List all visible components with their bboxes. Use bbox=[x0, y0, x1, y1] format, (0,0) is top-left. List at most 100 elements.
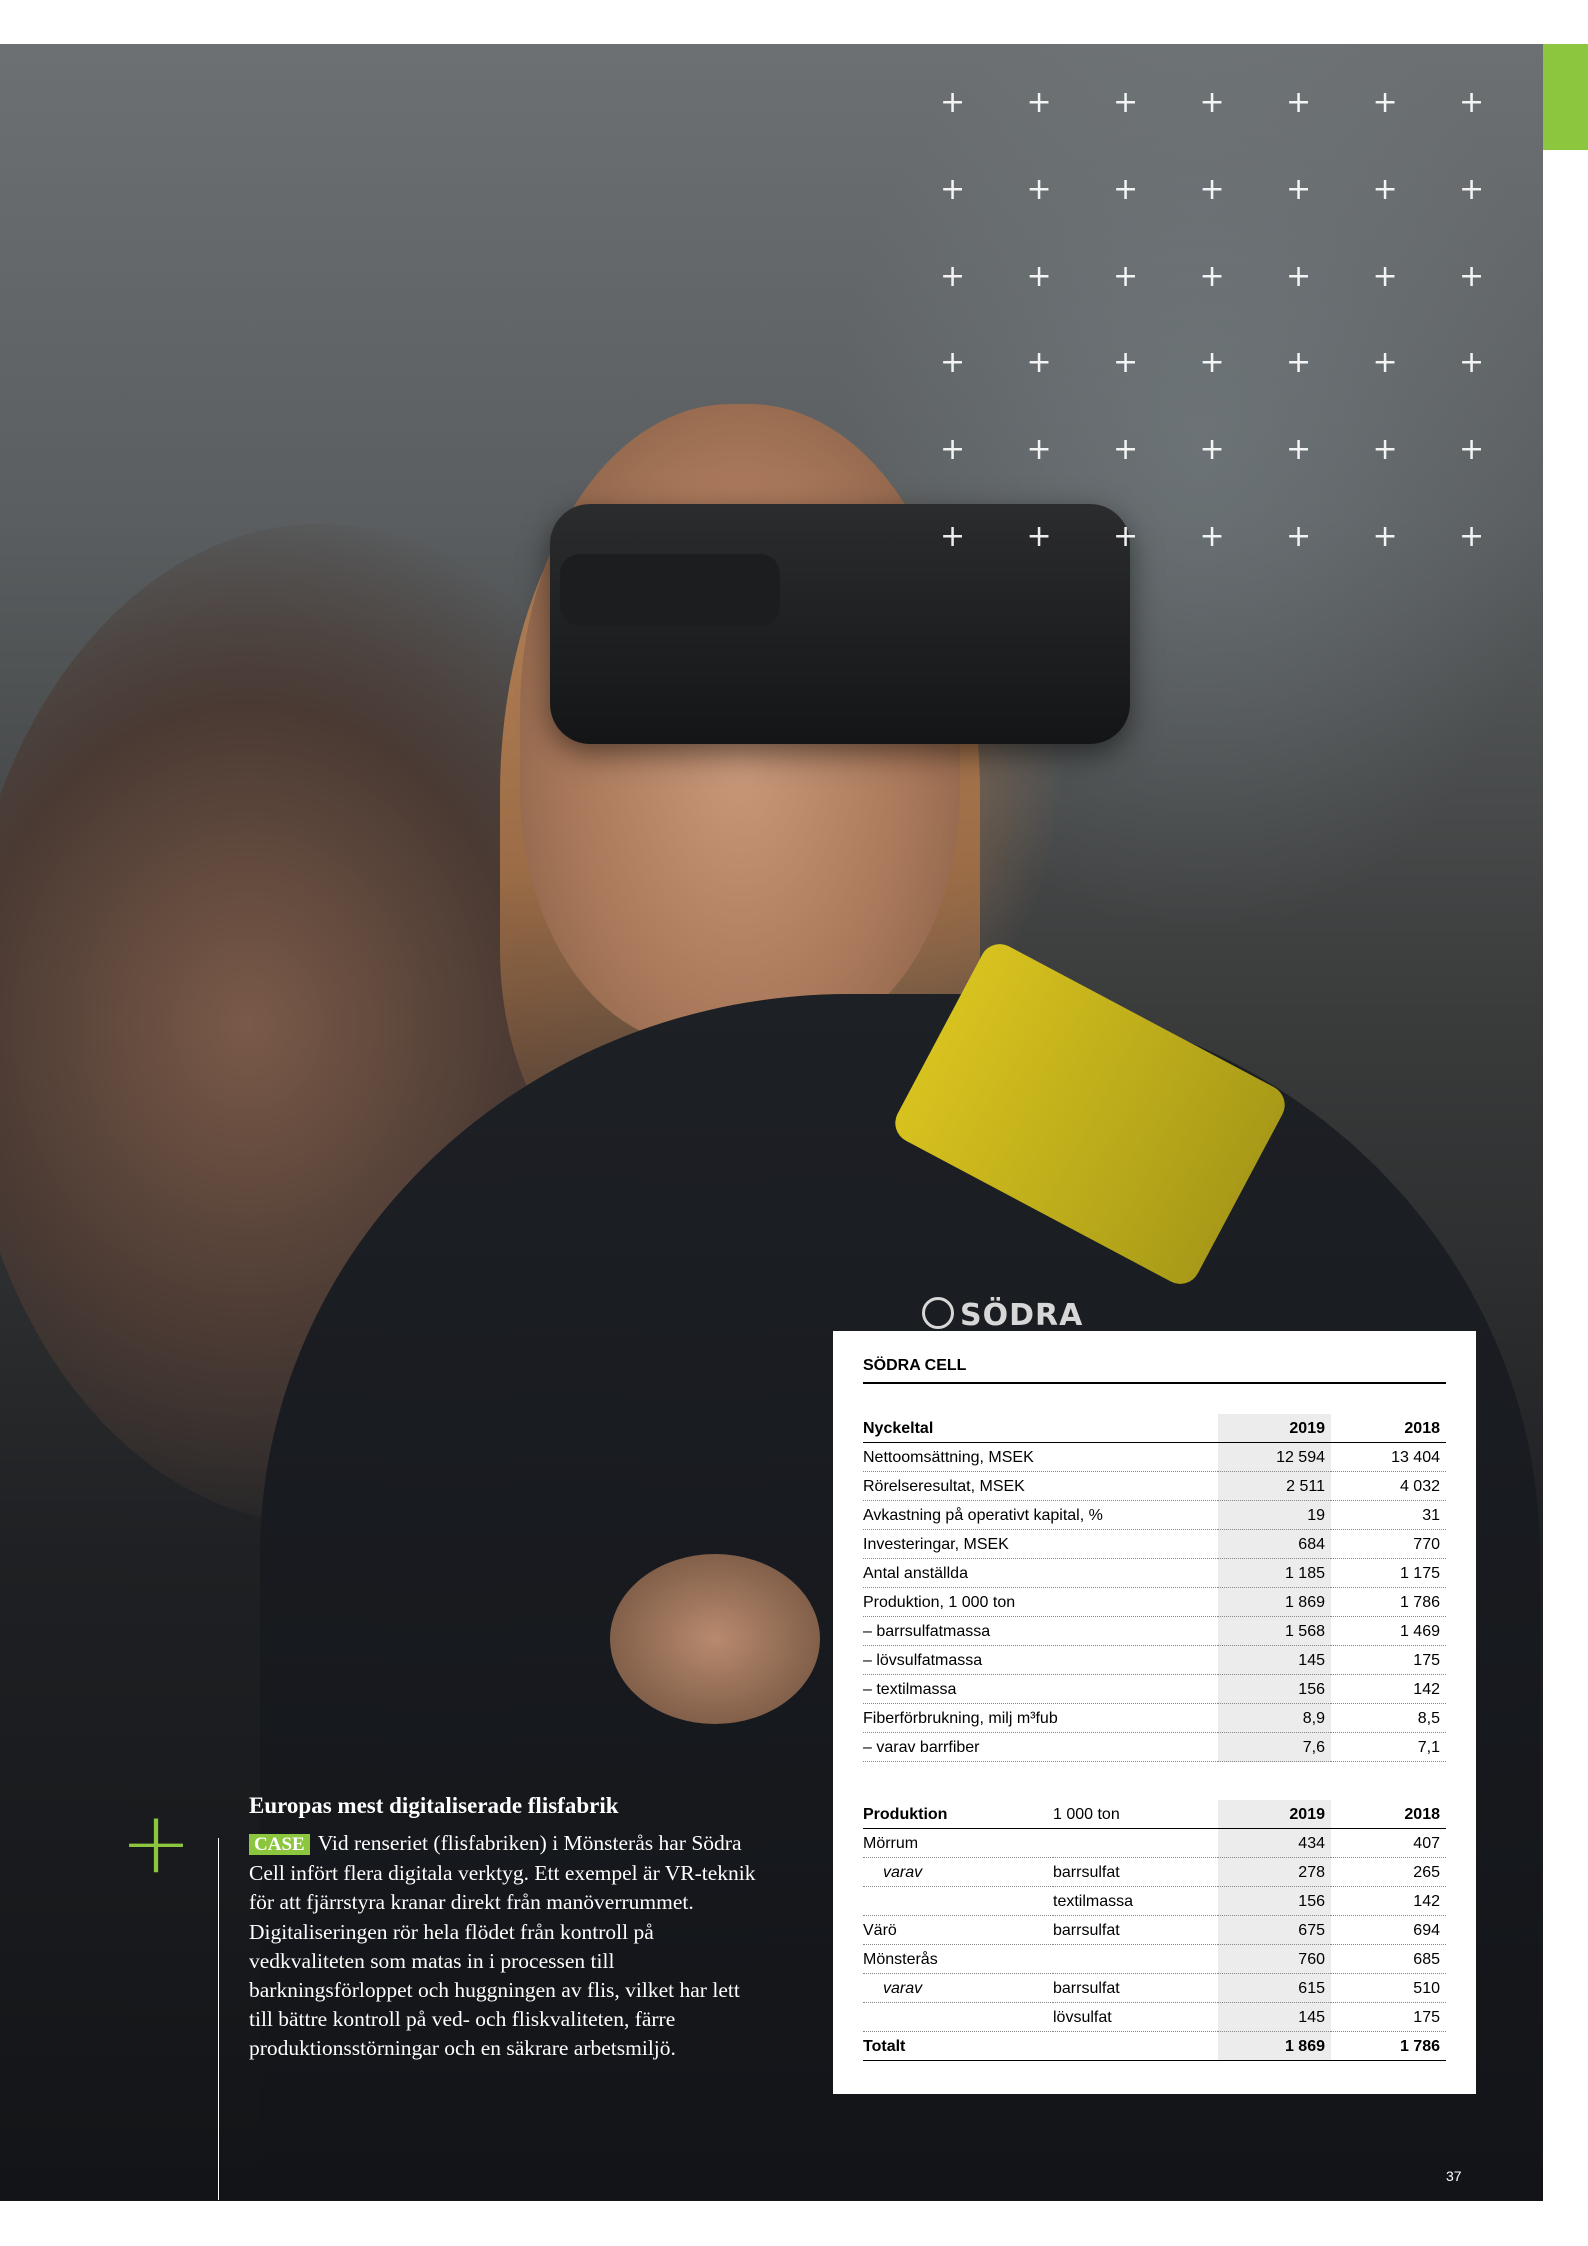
cross-mark-icon: + bbox=[1459, 432, 1485, 468]
vertical-divider bbox=[218, 1838, 219, 2200]
decorative-cross-grid: + + + + + + + + + + + + + + + + + + + + + + + + + + + + + + + + + + + + + + + +… bbox=[940, 88, 1500, 568]
facts-panel: SÖDRA CELL Nyckeltal 2019 2018 Nettoomsä… bbox=[833, 1331, 1476, 2094]
row-value: 156 bbox=[1218, 1886, 1331, 1916]
row-label: lövsulfat bbox=[1053, 2002, 1218, 2032]
table-row: Fiberförbrukning, milj m³fub 8,9 8,5 bbox=[863, 1703, 1446, 1733]
cross-mark-icon: + bbox=[1026, 519, 1052, 554]
panel-title: SÖDRA CELL bbox=[863, 1355, 1446, 1384]
table-row: – varav barrfiber 7,6 7,1 bbox=[863, 1732, 1446, 1762]
row-value: 175 bbox=[1331, 2002, 1446, 2032]
table-row: varav barrsulfat 278 265 bbox=[863, 1857, 1446, 1887]
case-body-text: Vid renseriet (flisfabriken) i Mönsterås… bbox=[249, 1831, 756, 2061]
cross-mark-icon: + bbox=[1199, 258, 1225, 294]
cross-mark-icon: + bbox=[1113, 171, 1139, 207]
cross-mark-icon: + bbox=[1372, 519, 1398, 554]
row-value: 770 bbox=[1331, 1529, 1446, 1559]
cross-mark-icon: + bbox=[1459, 345, 1485, 381]
plus-icon: + bbox=[120, 1793, 193, 1893]
cross-mark-icon: + bbox=[1372, 345, 1398, 381]
row-value: 142 bbox=[1331, 1674, 1446, 1704]
row-label: Nettoomsättning, MSEK bbox=[863, 1442, 1218, 1472]
row-label: Mönsterås bbox=[863, 1944, 1053, 1974]
row-label: – textilmassa bbox=[863, 1674, 1218, 1704]
table-row: Investeringar, MSEK 684 770 bbox=[863, 1529, 1446, 1559]
row-value: 675 bbox=[1218, 1915, 1331, 1945]
row-value: 13 404 bbox=[1331, 1442, 1446, 1472]
table-row: Produktion, 1 000 ton 1 869 1 786 bbox=[863, 1587, 1446, 1617]
row-value: 1 786 bbox=[1331, 2031, 1446, 2061]
table-row: textilmassa 156 142 bbox=[863, 1886, 1446, 1916]
row-value: 175 bbox=[1331, 1645, 1446, 1675]
cross-mark-icon: + bbox=[940, 258, 966, 294]
cross-mark-icon: + bbox=[1113, 85, 1139, 120]
table-row: Antal anställda 1 185 1 175 bbox=[863, 1558, 1446, 1588]
row-value: 434 bbox=[1218, 1828, 1331, 1858]
row-label bbox=[1053, 1828, 1218, 1858]
row-value: 265 bbox=[1331, 1857, 1446, 1887]
row-label bbox=[1053, 1944, 1218, 1974]
person-hand bbox=[610, 1554, 820, 1724]
cross-mark-icon: + bbox=[1199, 171, 1225, 207]
cross-mark-icon: + bbox=[1286, 519, 1312, 554]
row-value: 1 786 bbox=[1331, 1587, 1446, 1617]
column-header: 2018 bbox=[1331, 1800, 1446, 1829]
jacket-brand-logo: SÖDRA bbox=[922, 1297, 1083, 1333]
cross-mark-icon: + bbox=[1372, 258, 1398, 294]
table-header-row: Produktion 1 000 ton 2019 2018 bbox=[863, 1800, 1446, 1829]
column-header: 2019 bbox=[1218, 1414, 1331, 1443]
row-label: Avkastning på operativt kapital, % bbox=[863, 1500, 1218, 1530]
column-header: Produktion bbox=[863, 1800, 1053, 1829]
cross-mark-icon: + bbox=[1286, 171, 1312, 207]
row-value: 31 bbox=[1331, 1500, 1446, 1530]
cross-mark-icon: + bbox=[1026, 171, 1052, 207]
table-row: Mönsterås 760 685 bbox=[863, 1944, 1446, 1974]
cross-mark-icon: + bbox=[1113, 345, 1139, 381]
key-figures-table: Nyckeltal 2019 2018 Nettoomsättning, MSE… bbox=[863, 1414, 1446, 1762]
row-value: 278 bbox=[1218, 1857, 1331, 1887]
row-label bbox=[863, 2002, 1053, 2032]
case-tag: CASE bbox=[249, 1834, 310, 1855]
row-label: varav bbox=[863, 1973, 1053, 2003]
table-row: – barrsulfatmassa 1 568 1 469 bbox=[863, 1616, 1446, 1646]
cross-mark-icon: + bbox=[1286, 258, 1312, 294]
row-value: 19 bbox=[1218, 1500, 1331, 1530]
row-label: – barrsulfatmassa bbox=[863, 1616, 1218, 1646]
table-row: Värö barrsulfat 675 694 bbox=[863, 1915, 1446, 1945]
cross-mark-icon: + bbox=[1459, 519, 1485, 554]
table-row: Avkastning på operativt kapital, % 19 31 bbox=[863, 1500, 1446, 1530]
cross-mark-icon: + bbox=[1026, 258, 1052, 294]
table-row: – lövsulfatmassa 145 175 bbox=[863, 1645, 1446, 1675]
cross-mark-icon: + bbox=[1286, 85, 1312, 120]
row-label: barrsulfat bbox=[1053, 1857, 1218, 1887]
row-label: textilmassa bbox=[1053, 1886, 1218, 1916]
cross-mark-icon: + bbox=[1459, 171, 1485, 207]
cross-mark-icon: + bbox=[1199, 85, 1225, 120]
table-row: Mörrum 434 407 bbox=[863, 1828, 1446, 1858]
row-label: Rörelseresultat, MSEK bbox=[863, 1471, 1218, 1501]
cross-mark-icon: + bbox=[940, 345, 966, 381]
table-row: lövsulfat 145 175 bbox=[863, 2002, 1446, 2032]
cross-mark-icon: + bbox=[1199, 519, 1225, 554]
row-value: 8,9 bbox=[1218, 1703, 1331, 1733]
vr-headset-strap bbox=[560, 554, 780, 626]
row-value: 2 511 bbox=[1218, 1471, 1331, 1501]
row-value: 156 bbox=[1218, 1674, 1331, 1704]
row-label: varav bbox=[863, 1857, 1053, 1887]
row-label bbox=[1053, 2031, 1218, 2061]
row-value: 145 bbox=[1218, 1645, 1331, 1675]
case-body: CASE Vid renseriet (flisfabriken) i Mönst… bbox=[249, 1829, 759, 2064]
cross-mark-icon: + bbox=[1372, 85, 1398, 120]
row-label: Produktion, 1 000 ton bbox=[863, 1587, 1218, 1617]
row-label: Fiberförbrukning, milj m³fub bbox=[863, 1703, 1218, 1733]
table-row: Rörelseresultat, MSEK 2 511 4 032 bbox=[863, 1471, 1446, 1501]
sodra-logo-icon bbox=[922, 1297, 954, 1329]
row-value: 760 bbox=[1218, 1944, 1331, 1974]
row-value: 694 bbox=[1331, 1915, 1446, 1945]
cross-mark-icon: + bbox=[1113, 432, 1139, 468]
row-value: 407 bbox=[1331, 1828, 1446, 1858]
table-header-row: Nyckeltal 2019 2018 bbox=[863, 1414, 1446, 1443]
table-row: varav barrsulfat 615 510 bbox=[863, 1973, 1446, 2003]
row-value: 7,1 bbox=[1331, 1732, 1446, 1762]
page-number: 37 bbox=[1446, 2168, 1462, 2184]
cross-mark-icon: + bbox=[1113, 258, 1139, 294]
